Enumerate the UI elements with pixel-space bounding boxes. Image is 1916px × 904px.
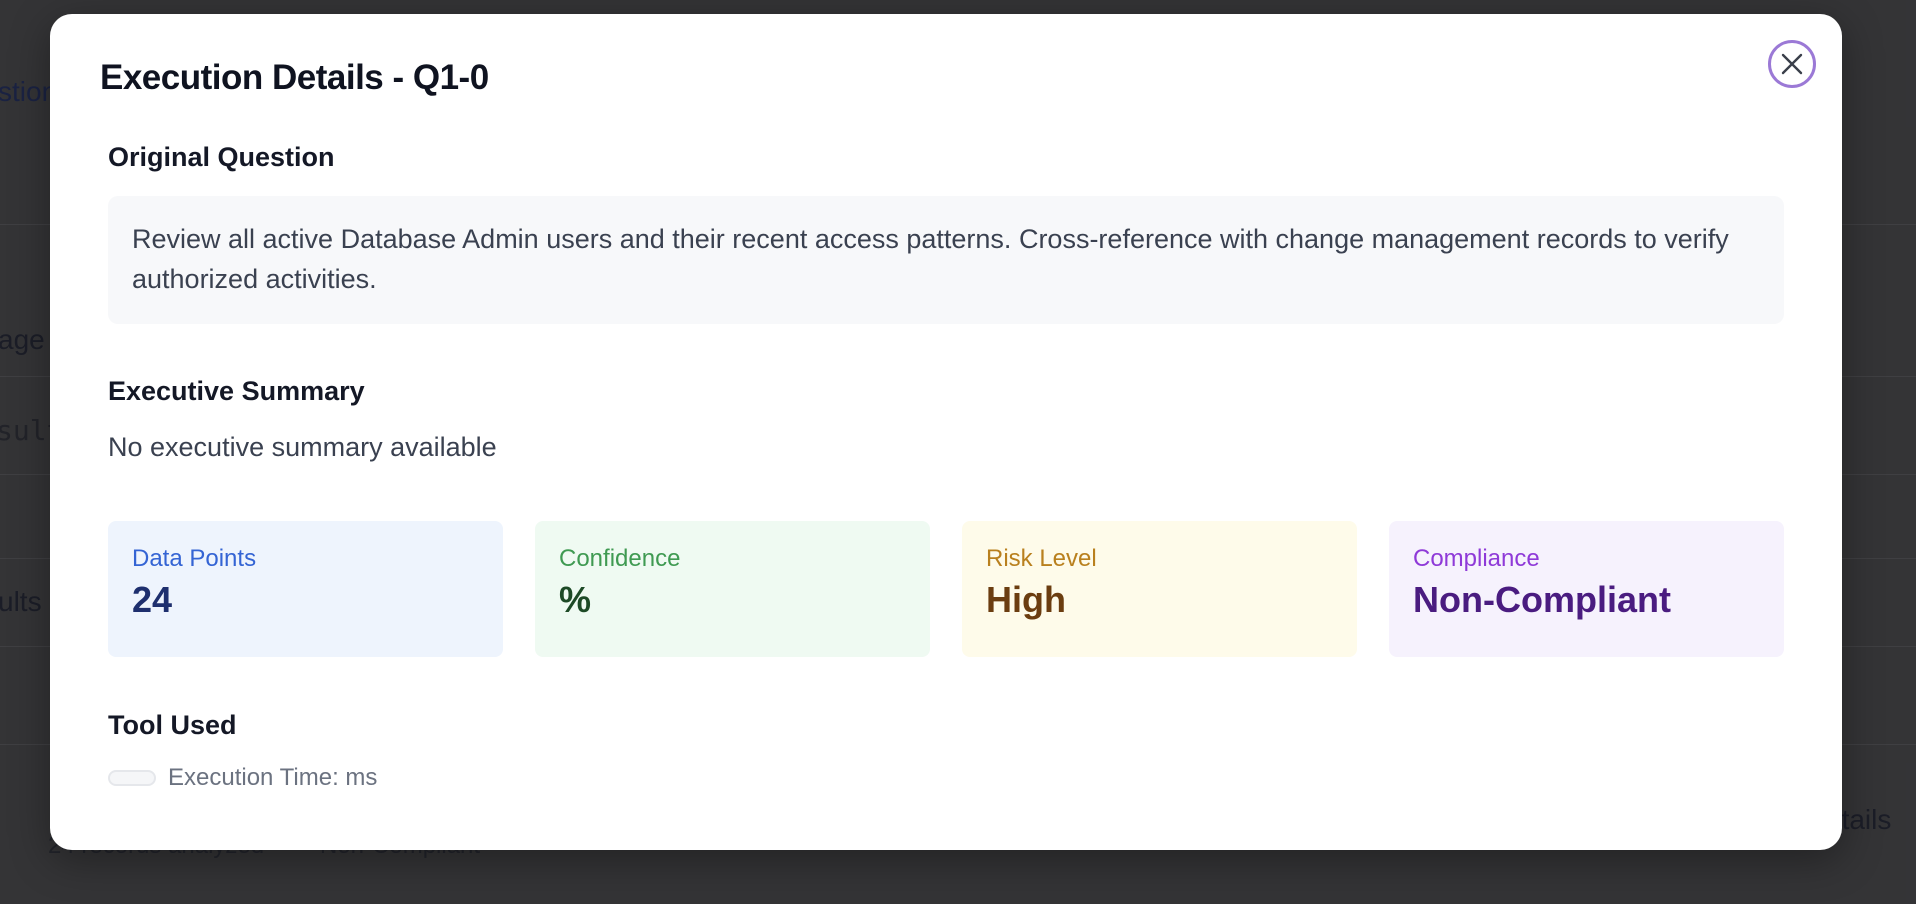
stat-label: Compliance [1413, 545, 1540, 572]
stat-card-data-points: Data Points 24 [108, 521, 503, 657]
execution-details-modal: Execution Details - Q1-0 Original Questi… [50, 14, 1842, 850]
stat-value: 24 [132, 579, 173, 620]
tool-used-heading: Tool Used [108, 710, 237, 740]
modal-title: Execution Details - Q1-0 [100, 58, 489, 97]
executive-summary-text: No executive summary available [108, 432, 497, 462]
stat-label: Confidence [559, 545, 681, 572]
stat-label: Risk Level [986, 545, 1097, 572]
stat-card-risk-level: Risk Level High [962, 521, 1357, 657]
stat-value: % [559, 579, 592, 620]
close-icon [1781, 53, 1803, 75]
tool-name-badge [108, 770, 156, 786]
executive-summary-heading: Executive Summary [108, 376, 365, 406]
stat-value: Non-Compliant [1413, 579, 1671, 620]
execution-time-text: Execution Time: ms [168, 764, 378, 791]
close-button[interactable] [1768, 40, 1816, 88]
stat-value: High [986, 579, 1066, 620]
stat-card-compliance: Compliance Non-Compliant [1389, 521, 1784, 657]
original-question-heading: Original Question [108, 142, 335, 172]
stat-card-confidence: Confidence % [535, 521, 930, 657]
original-question-text: Review all active Database Admin users a… [108, 196, 1784, 324]
stat-label: Data Points [132, 545, 257, 572]
